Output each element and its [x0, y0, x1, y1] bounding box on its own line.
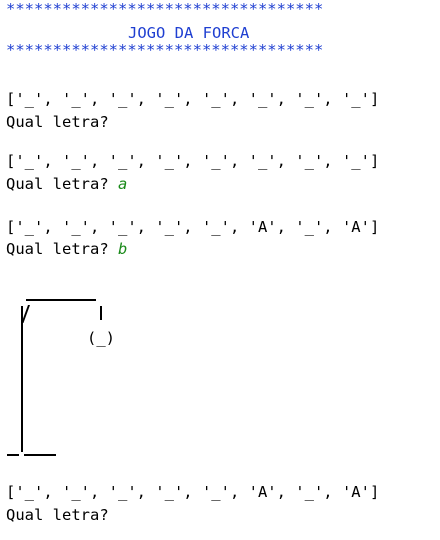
gallows-brace: [21, 305, 30, 323]
gallows-base-left: [7, 454, 19, 456]
gallows-base-right: [24, 454, 56, 456]
prompt-text: Qual letra?: [6, 506, 109, 524]
gallows-top-beam: [26, 299, 96, 301]
hangman-head: (_): [87, 329, 115, 347]
letter-prompt: Qual letra?: [6, 505, 109, 525]
terminal-output: ********************************** JOGO …: [0, 0, 440, 540]
gallows-pole: [21, 306, 23, 452]
hangman-drawing: (_): [0, 0, 440, 540]
word-board: ['_', '_', '_', '_', '_', 'A', '_', 'A']: [6, 483, 380, 501]
gallows-rope: [100, 306, 102, 320]
